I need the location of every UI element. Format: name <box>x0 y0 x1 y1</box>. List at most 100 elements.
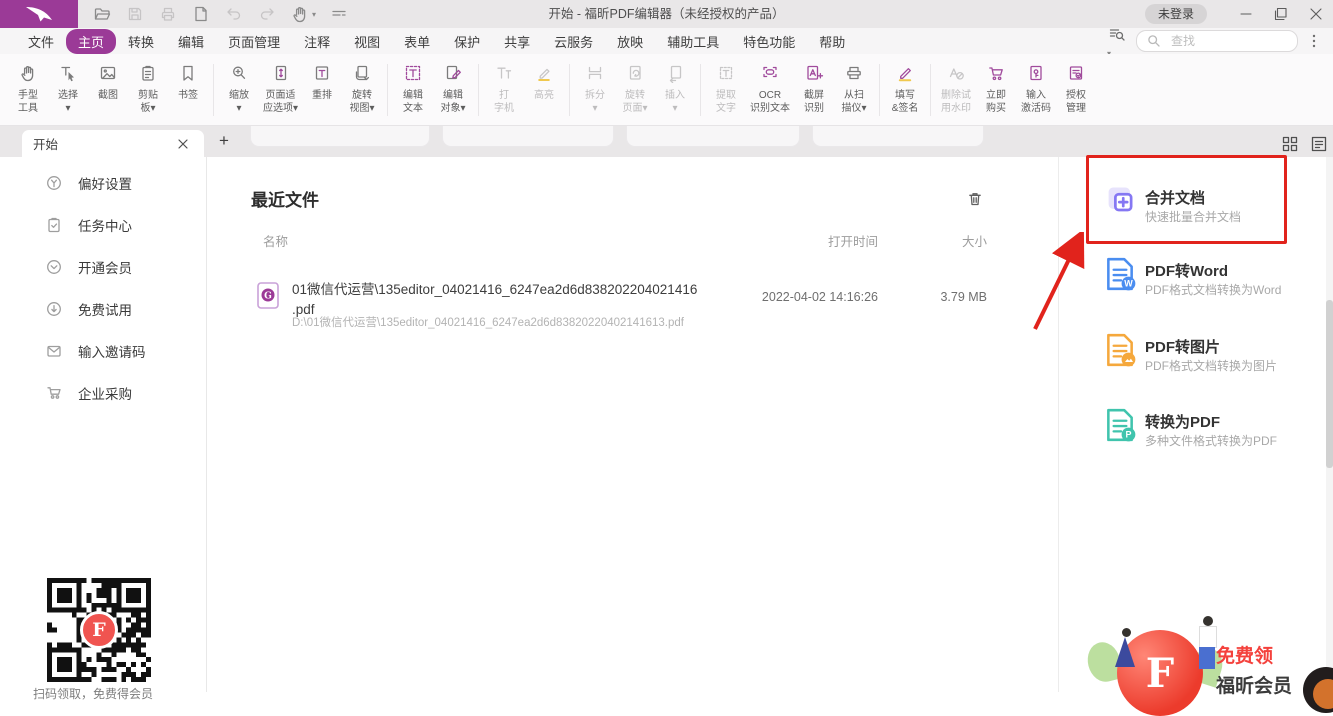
promo-person <box>1122 628 1131 637</box>
sidebar-item-free-trial[interactable]: 免费试用 <box>44 299 132 319</box>
mascot-avatar[interactable] <box>1303 667 1333 713</box>
sidebar-item-task-center[interactable]: 任务中心 <box>44 215 132 235</box>
ribbon-activation-code[interactable]: 输入 激活码 <box>1016 61 1056 119</box>
ribbon-divider <box>569 64 570 116</box>
action-convert-to-pdf[interactable]: P 转换为PDF 多种文件格式转换为PDF <box>1100 407 1315 457</box>
ribbon-edit-object[interactable]: 编辑 对象▾ <box>433 61 473 119</box>
ribbon-divider <box>700 64 701 116</box>
menu-edit[interactable]: 编辑 <box>166 29 216 54</box>
ribbon-fill-sign[interactable]: 填写 &签名 <box>885 61 925 119</box>
action-subtitle: PDF格式文档转换为图片 <box>1145 357 1277 374</box>
column-name[interactable]: 名称 <box>263 231 288 250</box>
ribbon-ocr[interactable]: OCR 识别文本 <box>746 61 794 119</box>
open-file-icon[interactable] <box>92 4 112 24</box>
sidebar-item-label: 企业采购 <box>78 383 132 403</box>
ribbon-license-manage[interactable]: 授权 管理 <box>1056 61 1096 119</box>
ribbon-snapshot[interactable]: 截图 <box>88 61 128 119</box>
tab-start[interactable]: 开始 <box>22 130 204 157</box>
reflow-icon <box>312 61 332 86</box>
column-open-time[interactable]: 打开时间 <box>828 231 878 250</box>
file-size: 3.79 MB <box>940 290 987 304</box>
grid-view-icon[interactable] <box>1280 134 1300 154</box>
action-pdf-to-word[interactable]: W PDF转Word PDF格式文档转换为Word <box>1100 256 1315 306</box>
clear-recent-trash-icon[interactable] <box>965 189 985 209</box>
menu-home[interactable]: 主页 <box>66 29 116 54</box>
menu-convert[interactable]: 转换 <box>116 29 166 54</box>
menu-help[interactable]: 帮助 <box>807 29 857 54</box>
column-size[interactable]: 大小 <box>962 231 987 250</box>
scanner-icon <box>844 61 864 86</box>
menu-form[interactable]: 表单 <box>392 29 442 54</box>
menu-share[interactable]: 共享 <box>492 29 542 54</box>
menu-cloud[interactable]: 云服务 <box>542 29 605 54</box>
ribbon-insert: 插入 ▾ <box>655 61 695 119</box>
sidebar-item-label: 免费试用 <box>78 299 132 319</box>
ribbon-fit-options[interactable]: 页面适 应选项▾ <box>259 61 302 119</box>
sidebar-item-invite-code[interactable]: 输入邀请码 <box>44 341 146 361</box>
ribbon-reflow[interactable]: 重排 <box>302 61 342 119</box>
ribbon-divider <box>930 64 931 116</box>
ribbon-select[interactable]: 选择 ▾ <box>48 61 88 119</box>
overflow-menu-icon[interactable] <box>1307 32 1321 50</box>
sidebar-item-enterprise[interactable]: 企业采购 <box>44 383 132 403</box>
ribbon-from-scanner[interactable]: 从扫 描仪▾ <box>834 61 874 119</box>
sidebar-item-label: 偏好设置 <box>78 173 132 193</box>
ribbon-edit-text[interactable]: 编辑 文本 <box>393 61 433 119</box>
action-title: 转换为PDF <box>1145 411 1220 432</box>
sidebar-item-membership[interactable]: 开通会员 <box>44 257 132 277</box>
login-button[interactable]: 未登录 <box>1145 4 1207 24</box>
list-view-icon[interactable] <box>1309 134 1329 154</box>
menu-page-management[interactable]: 页面管理 <box>216 29 292 54</box>
ribbon-zoom[interactable]: 缩放 ▾ <box>219 61 259 119</box>
ribbon-clipboard[interactable]: 剪贴 板▾ <box>128 61 168 119</box>
print-icon <box>158 4 178 24</box>
menu-accessibility[interactable]: 辅助工具 <box>655 29 731 54</box>
new-document-icon[interactable] <box>191 4 211 24</box>
free-trial-icon <box>44 299 64 319</box>
rotate-view-icon <box>352 61 372 86</box>
menu-present[interactable]: 放映 <box>605 29 655 54</box>
promo-line2[interactable]: 福昕会员 <box>1216 671 1292 698</box>
select-cursor-icon <box>58 61 78 86</box>
sidebar-item-label: 输入邀请码 <box>78 341 146 361</box>
fit-page-icon <box>271 61 291 86</box>
action-merge-documents[interactable]: 合并文档 快速批量合并文档 <box>1100 183 1315 233</box>
promo-line1[interactable]: 免费领 <box>1216 641 1273 668</box>
ribbon-rotate-view[interactable]: 旋转 视图▾ <box>342 61 382 119</box>
ribbon: 手型 工具 选择 ▾ 截图 剪贴 板▾ 书签 缩放 ▾ 页面适 应选项▾ 重排 … <box>0 54 1333 126</box>
scrollbar-thumb[interactable] <box>1326 300 1333 468</box>
menu-view[interactable]: 视图 <box>342 29 392 54</box>
ribbon-bookmark[interactable]: 书签 <box>168 61 208 119</box>
quick-card-partial <box>250 126 430 147</box>
ribbon-screen-ocr[interactable]: 截屏 识别 <box>794 61 834 119</box>
pdf-file-icon: G <box>257 282 279 309</box>
ribbon-divider <box>879 64 880 116</box>
extract-text-icon <box>716 61 736 86</box>
menu-protect[interactable]: 保护 <box>442 29 492 54</box>
new-tab-button[interactable]: + <box>213 129 235 153</box>
action-pdf-to-image[interactable]: PDF转图片 PDF格式文档转换为图片 <box>1100 332 1315 382</box>
menu-features[interactable]: 特色功能 <box>731 29 807 54</box>
ribbon-divider <box>478 64 479 116</box>
ribbon-highlight: 高亮 <box>524 61 564 119</box>
action-title: 合并文档 <box>1145 187 1205 208</box>
search-input[interactable] <box>1169 33 1290 49</box>
menu-comment[interactable]: 注释 <box>292 29 342 54</box>
promo-foxit-ball: F <box>1117 630 1203 716</box>
ribbon-buy-now[interactable]: 立即 购买 <box>976 61 1016 119</box>
panel-divider <box>1058 157 1059 692</box>
cart-icon <box>986 61 1006 86</box>
action-subtitle: PDF格式文档转换为Word <box>1145 281 1281 298</box>
menu-file[interactable]: 文件 <box>16 29 66 54</box>
search-box[interactable] <box>1136 30 1298 52</box>
rotate-pages-icon <box>625 61 645 86</box>
tab-close-icon[interactable] <box>173 134 193 154</box>
sidebar-item-preferences[interactable]: 偏好设置 <box>44 173 132 193</box>
foxit-logo <box>0 0 78 28</box>
convert-to-pdf-icon: P <box>1103 407 1137 443</box>
bookmark-icon <box>178 61 198 86</box>
ribbon-hand-tool[interactable]: 手型 工具 <box>8 61 48 119</box>
ribbon-divider <box>213 64 214 116</box>
merge-documents-icon <box>1103 183 1139 219</box>
edit-object-icon <box>443 61 463 86</box>
